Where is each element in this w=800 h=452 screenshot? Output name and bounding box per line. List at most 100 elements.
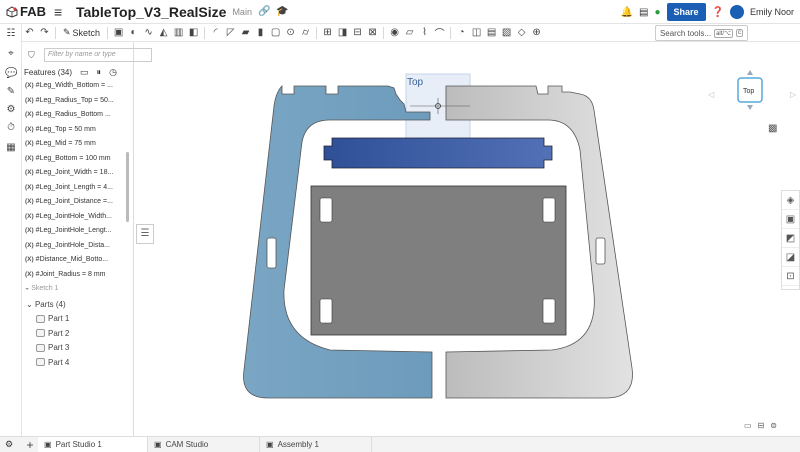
fillet-icon[interactable]: ◜ xyxy=(209,27,222,38)
branch-label[interactable]: Main xyxy=(232,7,252,17)
loft-icon[interactable]: ◭ xyxy=(157,27,170,38)
part-item[interactable]: Part 3 xyxy=(36,343,69,352)
units-icon[interactable]: ▭ xyxy=(744,421,752,430)
graphics-viewport[interactable]: Top xyxy=(134,42,800,436)
joint-hole[interactable] xyxy=(319,197,333,223)
hole-icon[interactable]: ⊙ xyxy=(284,27,297,38)
help-icon[interactable]: ❓ xyxy=(712,7,724,18)
extrude-icon[interactable]: ▣ xyxy=(112,27,125,38)
feature-list-icon[interactable]: ☷ xyxy=(5,28,17,40)
menu-icon[interactable]: ≡ xyxy=(54,4,68,20)
feature-item[interactable]: (X) #Leg_Joint_Distance =... xyxy=(22,195,128,210)
add-tab-icon[interactable]: + xyxy=(22,438,38,452)
exploded-view-icon[interactable]: ◪ xyxy=(782,248,799,267)
feature-item[interactable]: (X) #Leg_JointHole_Lengt... xyxy=(22,224,128,239)
view-options-icon[interactable]: ▩ xyxy=(768,123,777,134)
boolean-icon[interactable]: ◨ xyxy=(336,27,349,38)
pause-icon[interactable]: ⏸ xyxy=(97,67,102,78)
folder-icon[interactable]: ▭ xyxy=(80,67,89,78)
part-item[interactable]: Part 2 xyxy=(36,329,69,338)
feature-item[interactable]: (X) #Distance_Mid_Botto... xyxy=(22,253,128,268)
feature-item[interactable]: (X) #Leg_Width_Bottom = ... xyxy=(22,79,128,94)
part-item[interactable]: Part 4 xyxy=(36,358,69,367)
undo-icon[interactable]: ↶ xyxy=(23,27,36,38)
rib-icon[interactable]: ▮ xyxy=(254,27,267,38)
tab-cam-studio[interactable]: ▣ CAM Studio xyxy=(148,437,260,452)
tab-part-studio[interactable]: ▣ Part Studio 1 xyxy=(38,437,148,452)
add-feature-icon[interactable]: ⊕ xyxy=(530,27,543,38)
pattern-icon[interactable]: ⊞ xyxy=(321,27,334,38)
arrow-right-icon[interactable]: ▷ xyxy=(790,90,796,99)
insert-icon[interactable]: ⚙ xyxy=(5,439,13,450)
app-logo[interactable]: FAB xyxy=(6,4,46,19)
avatar[interactable] xyxy=(729,5,744,19)
tab-assembly[interactable]: ▣ Assembly 1 xyxy=(260,437,372,452)
render-icon[interactable]: ◈ xyxy=(782,191,799,210)
arrow-down-icon[interactable] xyxy=(747,105,753,110)
draft-icon[interactable]: ▰ xyxy=(239,27,252,38)
comments-icon[interactable]: 💬 xyxy=(5,68,17,80)
revolve-icon[interactable]: ◐ xyxy=(127,27,140,38)
shell-icon[interactable]: ▢ xyxy=(269,27,282,38)
share-button[interactable]: Share xyxy=(666,3,706,21)
arrow-up-icon[interactable] xyxy=(747,70,753,75)
solid-icon[interactable]: ◧ xyxy=(187,27,200,38)
feature-item[interactable]: (X) #Leg_Bottom = 100 mm xyxy=(22,152,128,167)
feature-item[interactable]: (X) #Leg_Joint_Length = 4... xyxy=(22,181,128,196)
model-canvas[interactable]: Top xyxy=(134,42,800,436)
layers-icon[interactable]: ▤ xyxy=(639,7,648,18)
feature-item[interactable]: (X) #Leg_JointHole_Width... xyxy=(22,210,128,225)
feature-item[interactable]: (X) #Leg_JointHole_Dista... xyxy=(22,239,128,254)
notifications-icon[interactable]: ⊜ xyxy=(770,421,777,430)
redo-icon[interactable]: ↷ xyxy=(38,27,51,38)
section-icon[interactable]: ◫ xyxy=(470,27,483,38)
named-views-icon[interactable]: ⊡ xyxy=(782,267,799,286)
mate-connector-icon[interactable]: ◉ xyxy=(388,27,401,38)
cross-bar[interactable] xyxy=(323,137,553,169)
document-title[interactable]: TableTop_V3_RealSize xyxy=(76,4,226,20)
surface-icon[interactable]: ◇ xyxy=(515,27,528,38)
sweep-icon[interactable]: ∿ xyxy=(142,27,155,38)
split-icon[interactable]: ⊟ xyxy=(351,27,364,38)
extrude-feature[interactable]: ▣ Extrude 1 xyxy=(22,297,128,298)
helix-icon[interactable]: ⌇ xyxy=(418,27,431,38)
section-view-icon[interactable]: ◩ xyxy=(782,229,799,248)
joint-slot[interactable] xyxy=(266,237,277,269)
appearance-icon[interactable]: ✎ xyxy=(5,86,17,98)
configurations-icon[interactable]: ⚙ xyxy=(5,104,17,116)
parts-header[interactable]: ⌄ Parts (4) xyxy=(26,300,66,309)
check-circle-icon[interactable]: ● xyxy=(654,7,660,18)
table-top[interactable] xyxy=(310,185,567,336)
feature-item[interactable]: (X) #Leg_Top = 50 mm xyxy=(22,123,128,138)
joint-hole[interactable] xyxy=(542,298,556,324)
bell-icon[interactable]: 🔔 xyxy=(621,7,633,18)
snap-icon[interactable]: ⊟ xyxy=(758,421,765,430)
thicken-icon[interactable]: ▥ xyxy=(172,27,185,38)
plane-icon[interactable]: ▱ xyxy=(403,27,416,38)
feature-item[interactable]: (X) #Leg_Radius_Top = 50... xyxy=(22,94,128,109)
search-tools-input[interactable]: Search tools... alt/⌥ c xyxy=(654,25,748,41)
history-icon[interactable]: ⏱ xyxy=(5,122,17,134)
measure-icon[interactable]: ◔ xyxy=(455,27,468,38)
rollback-icon[interactable]: ◷ xyxy=(109,67,117,78)
view-cube[interactable]: Top xyxy=(732,70,768,112)
user-name[interactable]: Emily Noor xyxy=(750,7,794,17)
feature-item[interactable]: (X) #Leg_Mid = 75 mm xyxy=(22,137,128,152)
chamfer-icon[interactable]: ◸ xyxy=(224,27,237,38)
sketch-button[interactable]: ✎ Sketch xyxy=(63,27,100,38)
transform-icon[interactable]: ⊠ xyxy=(366,27,379,38)
display-states-icon[interactable]: ▣ xyxy=(782,210,799,229)
sketch-feature[interactable]: ◒ Sketch 1 xyxy=(22,282,128,297)
joint-slot[interactable] xyxy=(595,237,606,265)
arrow-left-icon[interactable]: ◁ xyxy=(708,90,714,99)
link-icon[interactable]: 🔗 xyxy=(258,6,270,17)
graduation-cap-icon[interactable]: 🎓 xyxy=(276,6,288,17)
curve-icon[interactable]: ⌒ xyxy=(433,25,446,40)
joint-hole[interactable] xyxy=(319,298,333,324)
sheet-metal-icon[interactable]: ▤ xyxy=(485,27,498,38)
part-item[interactable]: Part 1 xyxy=(36,314,69,323)
feature-item[interactable]: (X) #Leg_Radius_Bottom ... xyxy=(22,108,128,123)
feature-item[interactable]: (X) #Leg_Joint_Width = 18... xyxy=(22,166,128,181)
joint-hole[interactable] xyxy=(542,197,556,223)
cylinder-icon[interactable]: ⌭ xyxy=(299,27,312,38)
